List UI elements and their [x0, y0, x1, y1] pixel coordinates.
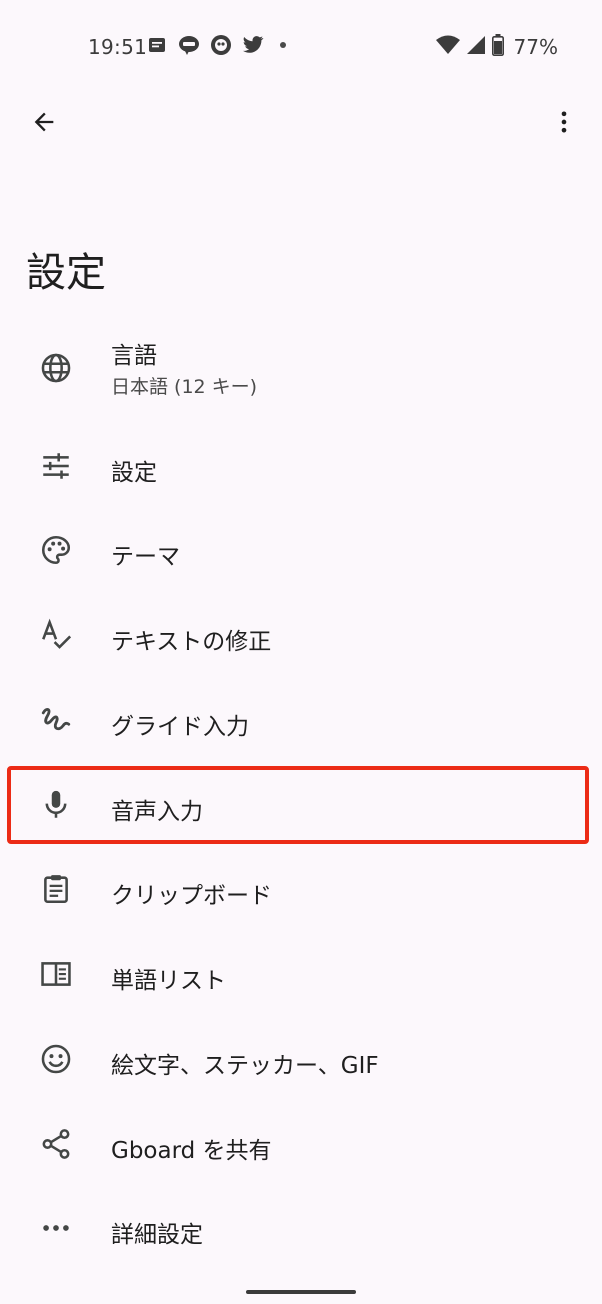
page-title: 設定: [26, 250, 106, 296]
settings-item-label: 設定: [111, 460, 157, 486]
settings-item-label: 詳細設定: [111, 1222, 203, 1248]
settings-item-advanced[interactable]: 詳細設定: [0, 1186, 602, 1270]
wifi-icon: [435, 35, 460, 59]
arrow-back-icon: [30, 108, 58, 140]
palette-icon: [36, 530, 76, 570]
highlight-box: [7, 766, 589, 844]
settings-item-emoji[interactable]: 絵文字、ステッカー、GIF: [0, 1017, 602, 1101]
status-time: 19:51: [88, 35, 148, 59]
tune-icon: [36, 446, 76, 486]
settings-item-label: Gboard を共有: [111, 1138, 272, 1164]
more-options-button[interactable]: [540, 100, 588, 148]
book-icon: [36, 954, 76, 994]
share-icon: [36, 1124, 76, 1164]
settings-item-label: クリップボード: [111, 883, 272, 909]
settings-item-label: 絵文字、ステッカー、GIF: [111, 1053, 379, 1079]
settings-item-subtitle: 日本語 (12 キー): [111, 376, 258, 398]
signal-icon: [466, 35, 486, 59]
app-icon: [210, 34, 232, 56]
gesture-nav-handle[interactable]: [246, 1290, 356, 1294]
spellcheck-icon: [36, 615, 76, 655]
settings-item-glide-typing[interactable]: グライド入力: [0, 678, 602, 762]
message-icon: [146, 34, 168, 56]
more-vert-icon: [550, 108, 578, 140]
settings-item-dictionary[interactable]: 単語リスト: [0, 932, 602, 1016]
battery-percent: 77%: [513, 35, 558, 59]
more-notifications-dot: [280, 42, 286, 48]
settings-item-theme[interactable]: テーマ: [0, 508, 602, 592]
settings-item-label: グライド入力: [111, 714, 249, 740]
settings-item-share[interactable]: Gboard を共有: [0, 1102, 602, 1186]
settings-item-label: 単語リスト: [111, 968, 226, 994]
line-icon: [178, 34, 200, 56]
settings-item-preferences[interactable]: 設定: [0, 424, 602, 508]
globe-icon: [36, 348, 76, 388]
settings-item-label: テキストの修正: [111, 629, 272, 655]
gesture-icon: [36, 700, 76, 740]
clipboard-icon: [36, 869, 76, 909]
settings-item-clipboard[interactable]: クリップボード: [0, 847, 602, 931]
battery-icon: [491, 34, 504, 60]
system-indicators: 77%: [435, 34, 558, 60]
smiley-icon: [36, 1039, 76, 1079]
more-horiz-icon: [36, 1208, 76, 1248]
settings-item-label: テーマ: [111, 544, 180, 570]
back-button[interactable]: [20, 100, 68, 148]
settings-item-text-correction[interactable]: テキストの修正: [0, 593, 602, 677]
app-bar: [0, 92, 602, 158]
settings-item-language[interactable]: 言語 日本語 (12 キー): [0, 324, 602, 412]
settings-item-label: 言語: [111, 343, 157, 369]
status-bar: 19:51 77%: [0, 0, 602, 92]
twitter-icon: [242, 34, 264, 56]
notification-icons: [146, 34, 286, 56]
